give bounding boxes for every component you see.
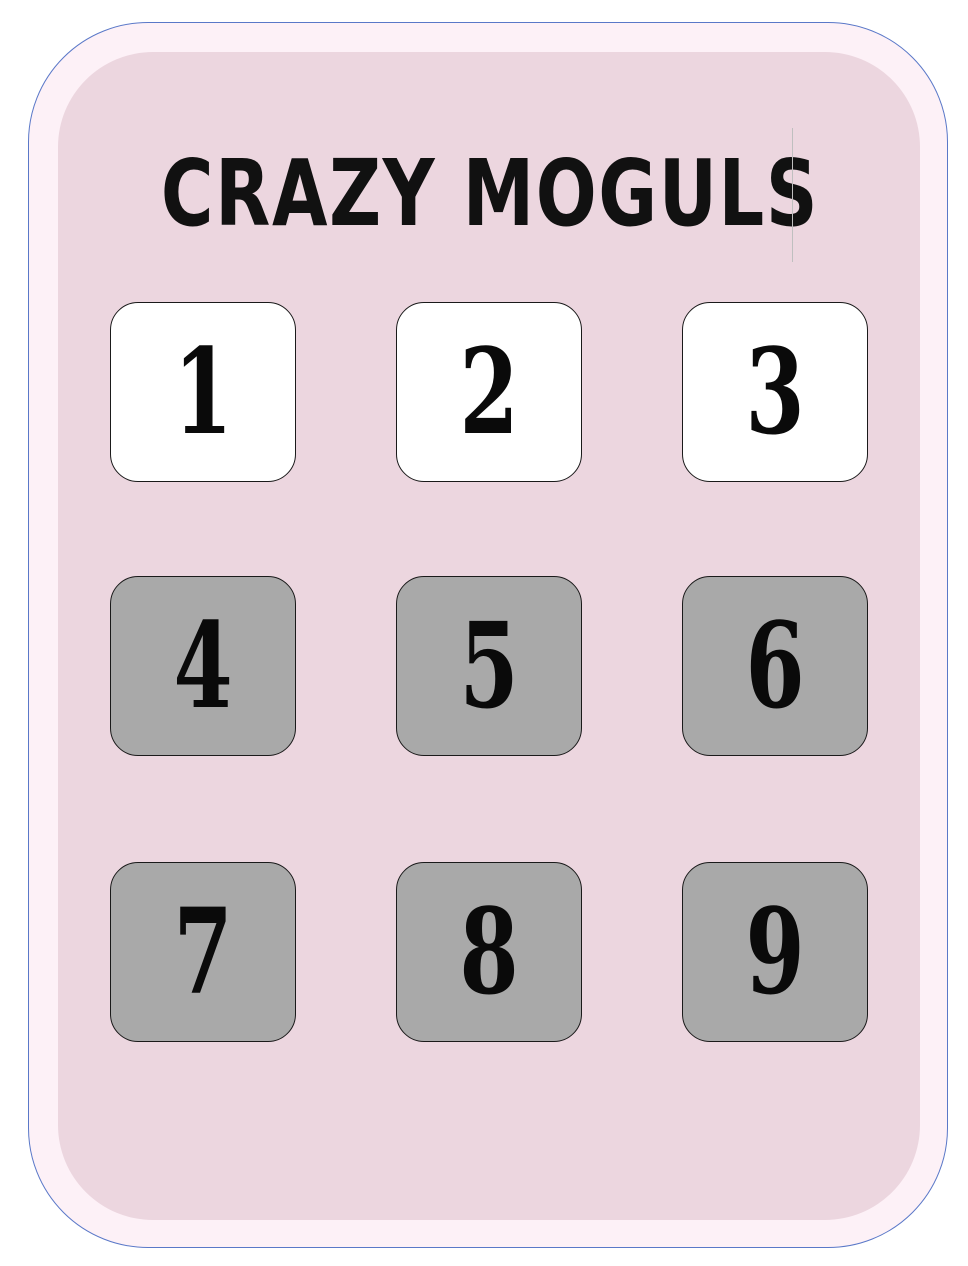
text-cursor-line bbox=[792, 128, 793, 262]
level-number: 4 bbox=[173, 596, 233, 735]
level-5-button[interactable]: 5 bbox=[396, 576, 582, 756]
level-number: 7 bbox=[173, 882, 233, 1021]
game-title: CRAZY MOGULS bbox=[160, 139, 820, 247]
level-4-button[interactable]: 4 bbox=[110, 576, 296, 756]
level-number: 6 bbox=[745, 596, 805, 735]
level-number: 2 bbox=[459, 322, 519, 461]
level-9-button[interactable]: 9 bbox=[682, 862, 868, 1042]
level-8-button[interactable]: 8 bbox=[396, 862, 582, 1042]
level-number: 9 bbox=[745, 882, 805, 1021]
level-6-button[interactable]: 6 bbox=[682, 576, 868, 756]
level-number: 1 bbox=[173, 322, 233, 461]
level-number: 5 bbox=[459, 596, 519, 735]
level-2-button[interactable]: 2 bbox=[396, 302, 582, 482]
level-3-button[interactable]: 3 bbox=[682, 302, 868, 482]
level-7-button[interactable]: 7 bbox=[110, 862, 296, 1042]
level-number: 3 bbox=[745, 322, 805, 461]
level-1-button[interactable]: 1 bbox=[110, 302, 296, 482]
level-number: 8 bbox=[459, 882, 519, 1021]
